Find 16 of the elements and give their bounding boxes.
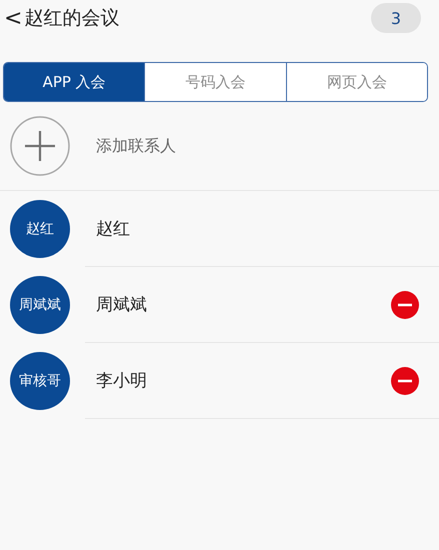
add-contact-label[interactable]: 添加联系人	[96, 136, 176, 156]
avatar: 审核哥	[10, 352, 70, 410]
join-tab[interactable]: 号码入会	[144, 63, 286, 101]
meeting-title: 赵红的会议	[24, 6, 120, 31]
remove-icon[interactable]	[391, 366, 419, 394]
participant-count: 3	[371, 3, 421, 33]
participant-name: 李小明	[96, 370, 148, 392]
join-tab[interactable]: 网页入会	[286, 63, 427, 101]
join-tab[interactable]: APP 入会	[4, 63, 144, 101]
avatar: 周斌斌	[10, 276, 70, 334]
participant-name: 赵红	[96, 218, 131, 240]
avatar: 赵红	[10, 200, 70, 258]
back-button[interactable]: <	[4, 6, 24, 30]
participant-name: 周斌斌	[96, 294, 148, 316]
remove-icon[interactable]	[391, 290, 419, 318]
add-icon[interactable]	[10, 116, 70, 176]
